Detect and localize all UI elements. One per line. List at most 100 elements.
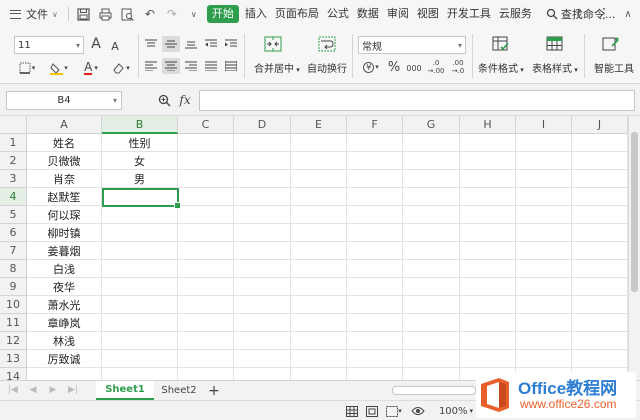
cell-a3[interactable]: 肖奈: [27, 170, 102, 188]
tab-developer[interactable]: 开发工具: [443, 0, 495, 28]
row-header-2[interactable]: 2: [0, 152, 27, 170]
align-left-icon[interactable]: [142, 58, 160, 74]
cell-d5[interactable]: [234, 206, 291, 224]
cell-g1[interactable]: [403, 134, 460, 152]
cell-c7[interactable]: [178, 242, 234, 260]
cell-h5[interactable]: [460, 206, 516, 224]
tab-formulas[interactable]: 公式: [323, 0, 353, 28]
fx-icon[interactable]: fx: [176, 92, 194, 108]
print-icon[interactable]: [95, 3, 117, 25]
cell-j9[interactable]: [572, 278, 628, 296]
cell-b8[interactable]: [102, 260, 178, 278]
cell-i2[interactable]: [516, 152, 572, 170]
row-header-3[interactable]: 3: [0, 170, 27, 188]
smart-tools-icon[interactable]: [600, 34, 622, 54]
cell-g3[interactable]: [403, 170, 460, 188]
cell-a11[interactable]: 章峥岚: [27, 314, 102, 332]
cell-d8[interactable]: [234, 260, 291, 278]
cell-a4[interactable]: 赵默笙: [27, 188, 102, 206]
cell-c2[interactable]: [178, 152, 234, 170]
conditional-format-icon[interactable]: [490, 34, 512, 54]
cell-e9[interactable]: [291, 278, 347, 296]
help-icon[interactable]: ?: [570, 0, 586, 28]
fill-color-icon[interactable]: ▾: [46, 58, 72, 78]
quick-access-dropdown-icon[interactable]: ∨: [183, 3, 205, 25]
row-header-1[interactable]: 1: [0, 134, 27, 152]
border-icon[interactable]: ▾: [14, 58, 40, 78]
cell-a13[interactable]: 厉致诚: [27, 350, 102, 368]
cell-f1[interactable]: [347, 134, 403, 152]
cell-g8[interactable]: [403, 260, 460, 278]
add-sheet-button[interactable]: +: [204, 381, 224, 400]
tab-cloud[interactable]: 云服务: [495, 0, 536, 28]
tab-home[interactable]: 开始: [206, 5, 239, 23]
smart-tools-button[interactable]: 智能工具: [594, 60, 634, 75]
cell-d10[interactable]: [234, 296, 291, 314]
row-header-12[interactable]: 12: [0, 332, 27, 350]
tab-review[interactable]: 审阅: [383, 0, 413, 28]
cell-h6[interactable]: [460, 224, 516, 242]
cell-g7[interactable]: [403, 242, 460, 260]
row-header-13[interactable]: 13: [0, 350, 27, 368]
cell-i12[interactable]: [516, 332, 572, 350]
row-header-9[interactable]: 9: [0, 278, 27, 296]
conditional-format-button[interactable]: 条件格式 ▾: [478, 60, 524, 75]
merge-center-button[interactable]: 合并居中 ▾: [254, 60, 300, 75]
print-preview-icon[interactable]: [117, 3, 139, 25]
thousands-separator-icon[interactable]: 000: [404, 59, 424, 77]
column-header-c[interactable]: C: [178, 116, 234, 134]
cell-b11[interactable]: [102, 314, 178, 332]
column-header-b[interactable]: B: [102, 116, 178, 134]
cell-j13[interactable]: [572, 350, 628, 368]
cell-g2[interactable]: [403, 152, 460, 170]
currency-icon[interactable]: ¥ ▾: [358, 58, 384, 76]
cell-g10[interactable]: [403, 296, 460, 314]
merge-center-icon[interactable]: [262, 34, 284, 54]
cell-b5[interactable]: [102, 206, 178, 224]
redo-icon[interactable]: ↷: [161, 3, 183, 25]
cell-c3[interactable]: [178, 170, 234, 188]
page-layout-view-icon[interactable]: [364, 403, 380, 419]
file-menu[interactable]: 文件 ∨: [0, 0, 64, 28]
cell-g13[interactable]: [403, 350, 460, 368]
cell-d1[interactable]: [234, 134, 291, 152]
cell-g9[interactable]: [403, 278, 460, 296]
font-color-icon[interactable]: A ▾: [78, 58, 104, 78]
cell-j4[interactable]: [572, 188, 628, 206]
row-header-14[interactable]: 14: [0, 368, 27, 380]
wrap-text-button[interactable]: 自动换行: [307, 60, 347, 75]
cell-h10[interactable]: [460, 296, 516, 314]
cell-f4[interactable]: [347, 188, 403, 206]
font-size-select[interactable]: 11 ▾: [14, 36, 84, 54]
cell-i10[interactable]: [516, 296, 572, 314]
cell-b14[interactable]: [102, 368, 178, 380]
cell-j6[interactable]: [572, 224, 628, 242]
row-header-7[interactable]: 7: [0, 242, 27, 260]
align-top-icon[interactable]: [142, 36, 160, 52]
cell-c11[interactable]: [178, 314, 234, 332]
align-center-icon[interactable]: [162, 58, 180, 74]
column-header-e[interactable]: E: [291, 116, 347, 134]
row-header-10[interactable]: 10: [0, 296, 27, 314]
next-sheet-icon[interactable]: ▶: [46, 383, 60, 397]
number-format-select[interactable]: 常规 ▾: [358, 36, 466, 54]
vertical-scrollbar[interactable]: [628, 116, 640, 380]
scroll-thumb[interactable]: [631, 132, 638, 292]
row-header-6[interactable]: 6: [0, 224, 27, 242]
clear-format-icon[interactable]: ▾: [108, 58, 134, 78]
cell-f10[interactable]: [347, 296, 403, 314]
cell-e7[interactable]: [291, 242, 347, 260]
cell-j8[interactable]: [572, 260, 628, 278]
cell-g6[interactable]: [403, 224, 460, 242]
cell-i7[interactable]: [516, 242, 572, 260]
cell-b4[interactable]: [102, 188, 178, 206]
column-header-g[interactable]: G: [403, 116, 460, 134]
cell-a14[interactable]: [27, 368, 102, 380]
cell-j10[interactable]: [572, 296, 628, 314]
cell-f13[interactable]: [347, 350, 403, 368]
cell-f14[interactable]: [347, 368, 403, 380]
cell-b2[interactable]: 女: [102, 152, 178, 170]
font-grow-icon[interactable]: A: [88, 34, 104, 54]
cell-c6[interactable]: [178, 224, 234, 242]
increase-decimal-icon[interactable]: .0 →.00: [426, 58, 446, 76]
